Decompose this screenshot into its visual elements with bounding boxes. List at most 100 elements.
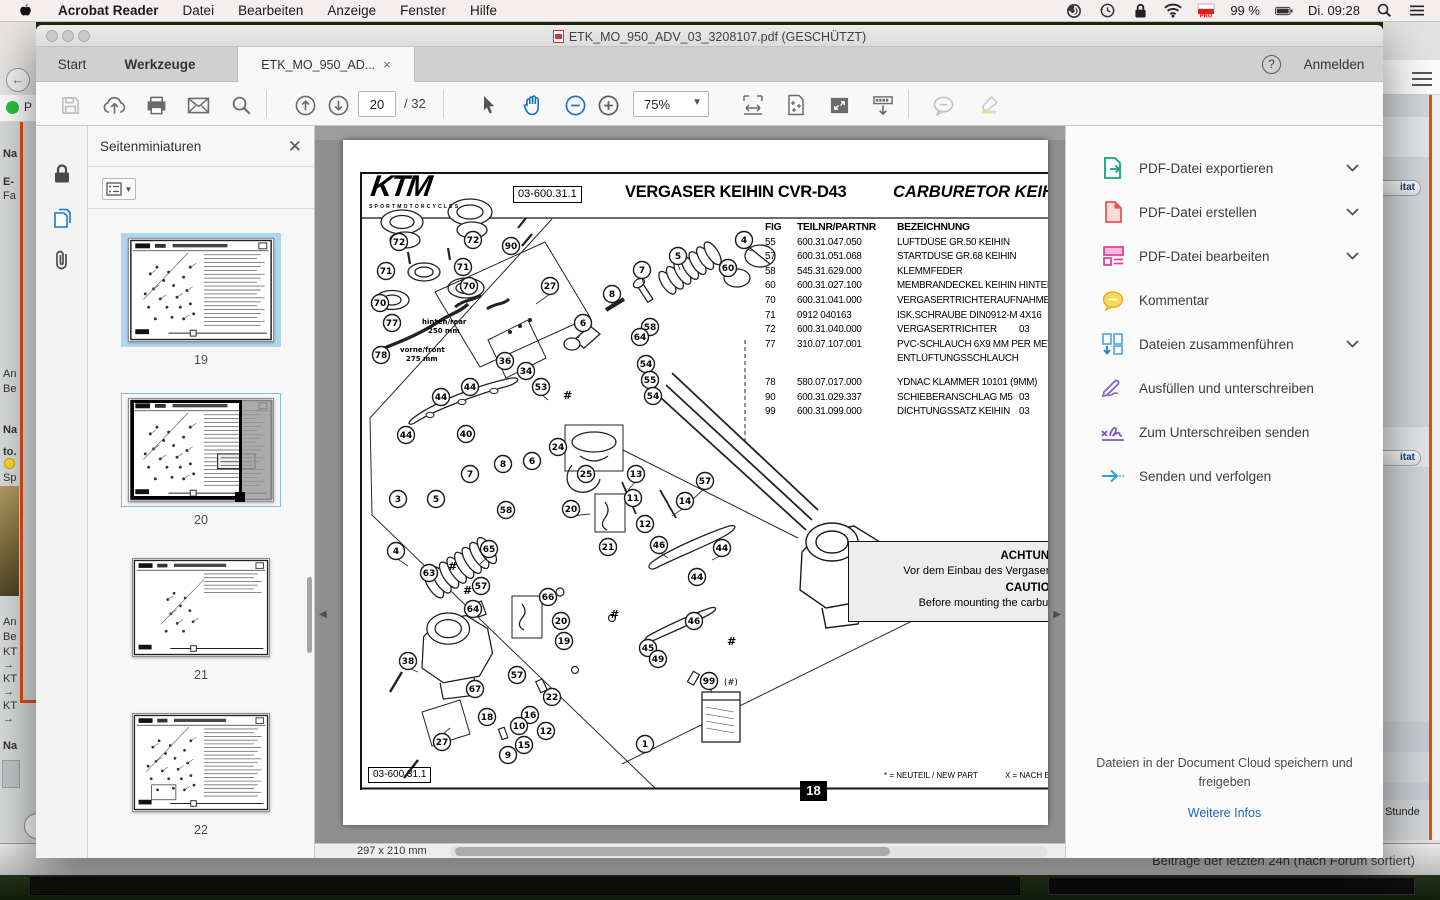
vpn-pro-flag-icon[interactable]: PRO [1197,3,1215,19]
page-thumbnail-22[interactable]: 22 [125,708,277,837]
print-icon[interactable] [144,93,168,117]
horizontal-scrollbar[interactable] [450,846,1047,857]
zoom-out-icon[interactable] [563,93,587,117]
part-callout: 44 [689,569,706,586]
part-callout: 49 [650,651,667,668]
macos-menu-bar: Acrobat Reader Datei Bearbeiten Anzeige … [0,0,1440,22]
svg-text:71: 71 [380,267,393,277]
search-icon[interactable] [229,93,253,117]
tool-fill-sign[interactable]: Ausfüllen und unterschreiben [1066,366,1383,410]
tool-export-pdf[interactable]: PDF-Datei exportieren [1066,146,1383,190]
hide-toolbar-icon[interactable] [871,93,895,117]
chevron-down-icon[interactable] [1346,252,1359,260]
part-callout: 5 [428,491,445,508]
menu-hilfe[interactable]: Hilfe [470,3,497,18]
tool-comment[interactable]: Kommentar [1066,278,1383,322]
spiral-status-icon[interactable] [1065,3,1083,19]
tool-combine-files[interactable]: Dateien zusammenführen [1066,322,1383,366]
tab-werkzeuge[interactable]: Werkzeuge [110,47,210,82]
tool-create-pdf[interactable]: PDF-Datei erstellen [1066,190,1383,234]
svg-text:27: 27 [544,282,557,292]
menu-bearbeiten[interactable]: Bearbeiten [238,3,303,18]
zitat-button-fragment[interactable]: itat [1383,180,1421,196]
zoom-level-dropdown[interactable]: 75% ▼ [633,91,709,117]
hand-tool-icon[interactable] [521,93,545,117]
time-machine-icon[interactable] [1098,3,1116,19]
part-callout: 38 [400,653,417,670]
menu-anzeige[interactable]: Anzeige [327,3,376,18]
svg-text:22: 22 [546,693,559,703]
comment-tool-icon[interactable] [932,93,956,117]
spotlight-search-icon[interactable] [1375,3,1393,19]
part-callout: 58 [498,502,515,519]
page-number-input[interactable] [358,91,396,117]
part-callout: 90 [503,238,520,255]
page-thumbnails-icon[interactable] [50,206,74,230]
attachments-paperclip-icon[interactable] [50,248,74,272]
collapse-left-pane-icon[interactable]: ◀ [319,609,327,620]
svg-text:12: 12 [540,727,553,737]
close-panel-icon[interactable]: ✕ [288,137,302,157]
close-tab-icon[interactable]: × [383,57,391,72]
svg-text:70: 70 [463,282,476,292]
security-lock-icon[interactable] [50,162,74,186]
share-upload-icon[interactable] [102,93,126,117]
page-thumbnail-21[interactable]: 21 [125,553,277,682]
tool-send-and-track[interactable]: Senden und verfolgen [1066,454,1383,498]
email-icon[interactable] [186,93,210,117]
zoom-in-icon[interactable] [596,93,620,117]
printed-page-number: 18 [800,781,827,801]
zitat-button-fragment[interactable]: itat [1383,450,1421,466]
actual-size-icon[interactable] [784,93,808,117]
tool-edit-pdf[interactable]: PDF-Datei bearbeiten [1066,234,1383,278]
svg-text:20: 20 [565,505,578,515]
pdf-page[interactable]: hinten/rear 250 mm vorne/front 275 mm (#… [343,140,1048,825]
desktop-wallpaper [0,875,1440,900]
menu-app-name[interactable]: Acrobat Reader [58,3,159,18]
svg-text:36: 36 [499,357,512,367]
document-view-area[interactable]: ◀ ▶ [315,126,1065,858]
highlight-tool-icon[interactable] [977,93,1001,117]
previous-page-icon[interactable] [293,93,317,117]
page-thumbnail-20[interactable]: 20 [121,393,281,527]
tab-document[interactable]: ETK_MO_950_AD...× [237,47,415,82]
tab-start[interactable]: Start [50,47,94,82]
help-icon[interactable]: ? [1262,55,1281,74]
horizontal-scrollbar-thumb[interactable] [455,847,890,856]
thumbnail-options-button[interactable]: ▼ [102,178,136,200]
parts-table-row: 710912 040163ISK.SCHRAUBE DIN0912-M 4X16 [765,310,1048,325]
next-page-icon[interactable] [326,93,350,117]
select-tool-icon[interactable] [477,93,501,117]
thumbnail-viewport-indicator[interactable] [131,400,242,499]
favicon-dot [6,101,19,114]
svg-text:57: 57 [511,671,524,681]
forum-border-line [20,122,23,702]
weitere-infos-link[interactable]: Weitere Infos [1188,806,1261,820]
fullscreen-icon[interactable] [827,93,851,117]
notification-center-icon[interactable] [1408,3,1426,19]
sign-in-link[interactable]: Anmelden [1294,47,1374,82]
save-icon[interactable] [58,93,82,117]
tool-send-for-signature[interactable]: Zum Unterschreiben senden [1066,410,1383,454]
expand-right-pane-icon[interactable]: ▶ [1053,609,1061,620]
svg-text:55: 55 [644,376,657,386]
wifi-icon[interactable] [1164,3,1182,19]
apple-menu-icon[interactable] [16,3,34,19]
window-title-bar[interactable]: ETK_MO_950_ADV_03_3208107.pdf (GESCHÜTZT… [36,25,1383,47]
browser-back-button[interactable]: ← [6,68,30,92]
menu-datei[interactable]: Datei [183,3,215,18]
chevron-down-icon[interactable] [1346,164,1359,172]
chevron-down-icon[interactable] [1346,208,1359,216]
sidebar-scrollbar[interactable] [307,577,312,653]
fit-width-icon[interactable] [741,93,765,117]
forum-text-fragment: Na [3,424,17,436]
page-thumbnail-19[interactable]: 19 [121,233,281,367]
forum-edit-icon[interactable] [24,813,36,839]
part-callout: 12 [538,723,555,740]
browser-menu-icon[interactable] [1412,72,1432,86]
svg-text:8: 8 [500,460,506,470]
lock-status-icon[interactable] [1131,3,1149,19]
menu-fenster[interactable]: Fenster [400,3,446,18]
chevron-down-icon[interactable] [1346,340,1359,348]
menu-clock-label[interactable]: Di. 09:28 [1308,3,1360,18]
